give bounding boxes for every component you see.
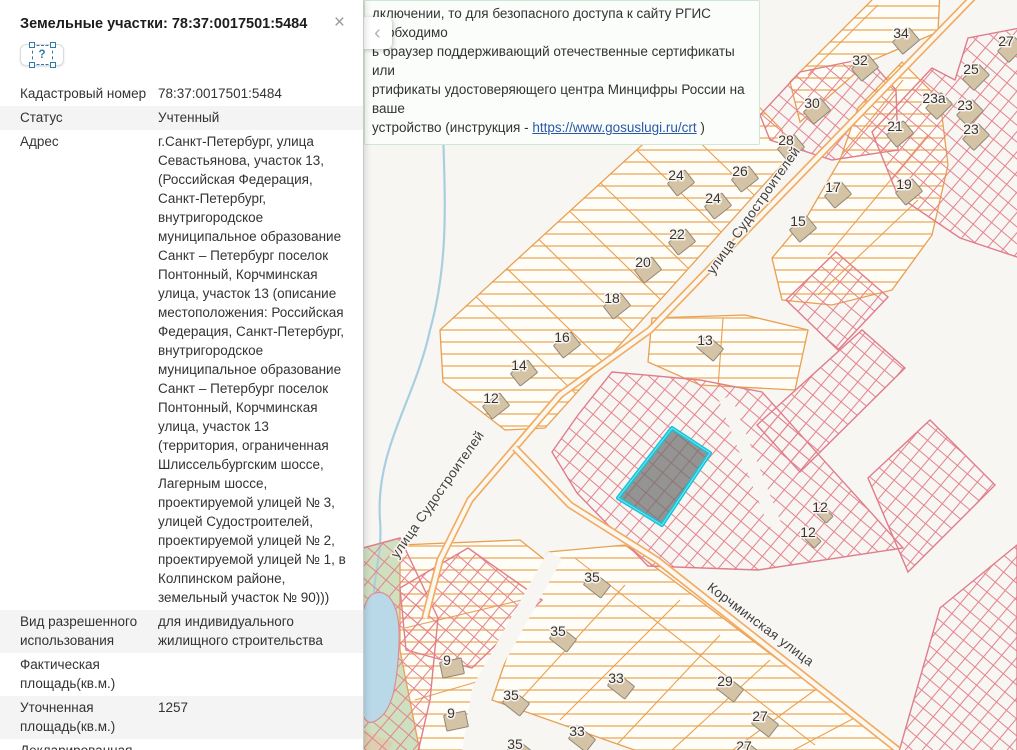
security-notification: дключении, то для безопасного доступа к … [364, 0, 760, 145]
parcel-number: 24 [668, 167, 684, 183]
parcel-number: 17 [825, 179, 841, 195]
parcel-number: 35 [503, 687, 519, 703]
parcel-number: 20 [635, 254, 651, 270]
parcel-number: 9 [447, 705, 455, 721]
row-label: Адрес [20, 134, 59, 149]
row-value: г.Санкт-Петербург, улица Севастьянова, у… [158, 134, 346, 605]
parcel-number: 25 [963, 61, 979, 77]
parcel-number: 15 [790, 213, 806, 229]
parcel-number: 16 [554, 329, 570, 345]
gosuslugi-link[interactable]: https://www.gosuslugi.ru/crt [532, 120, 696, 135]
parcel-number: 21 [887, 118, 903, 134]
table-row: Адрес г.Санкт-Петербург, улица Севастьяно… [0, 130, 363, 610]
parcel-number: 34 [893, 25, 909, 41]
table-row: Фактическая площадь(кв.м.) [0, 653, 363, 696]
row-value [158, 655, 363, 693]
parcel-number: 13 [697, 332, 713, 348]
row-value: 1257 [158, 700, 189, 715]
parcel-number: 23а [922, 90, 946, 106]
row-label: Статус [20, 110, 63, 125]
parcel-number: 24 [705, 190, 721, 206]
table-row: Вид разрешенного использования для индиви… [0, 610, 363, 653]
table-row: Статус Учтенный [0, 106, 363, 130]
table-row: Декларированная площадь(кв.м.) [0, 739, 363, 750]
parcel-number: 14 [511, 357, 527, 373]
close-icon[interactable]: × [330, 13, 349, 32]
parcel-number: 18 [604, 290, 620, 306]
chevron-left-icon: ‹ [374, 21, 381, 44]
parcel-number: 9 [443, 652, 451, 668]
parcel-info-panel: Земельные участки: 78:37:0017501:5484 × … [0, 0, 364, 750]
table-row: Кадастровый номер 78:37:0017501:5484 [0, 82, 363, 106]
parcel-number: 35 [507, 736, 523, 750]
parcel-number: 22 [669, 226, 685, 242]
select-area-question-icon: ? [28, 42, 56, 68]
row-label: Декларированная площадь(кв.м.) [0, 741, 158, 750]
parcel-number: 23 [963, 121, 979, 137]
notification-line: ь браузер поддерживающий отечественные с… [372, 44, 735, 78]
parcel-number: 12 [800, 524, 816, 540]
parcel-number: 33 [608, 670, 624, 686]
identify-parcel-button[interactable]: ? [20, 42, 64, 68]
row-label: Кадастровый номер [20, 86, 147, 101]
row-label: Вид разрешенного использования [20, 614, 138, 648]
attribute-table: Кадастровый номер 78:37:0017501:5484 Стату… [0, 82, 363, 750]
row-value: для индивидуального жилищного строительс… [158, 614, 323, 648]
parcel-number: 12 [483, 390, 499, 406]
panel-collapse-button[interactable]: ‹ [363, 17, 392, 49]
parcel-number: 33 [569, 723, 585, 739]
panel-header: Земельные участки: 78:37:0017501:5484 × [0, 0, 363, 34]
parcel-number: 35 [584, 569, 600, 585]
parcel-number: 32 [852, 52, 868, 68]
parcel-number: 35 [550, 623, 566, 639]
row-value [158, 741, 363, 750]
row-value: 78:37:0017501:5484 [158, 86, 282, 101]
notification-line: дключении, то для безопасного доступа к … [372, 6, 711, 40]
parcel-number: 26 [732, 163, 748, 179]
row-value: Учтенный [158, 110, 220, 125]
table-row: Уточненная площадь(кв.м.) 1257 [0, 696, 363, 739]
parcel-number: 27 [736, 738, 752, 750]
row-label: Фактическая площадь(кв.м.) [20, 657, 116, 691]
parcel-number: 19 [896, 176, 912, 192]
parcel-number: 27 [998, 33, 1014, 49]
parcel-number: 27 [752, 708, 768, 724]
parcel-number: 29 [717, 673, 733, 689]
panel-title: Земельные участки: 78:37:0017501:5484 [20, 16, 308, 32]
parcel-number: 23 [957, 97, 973, 113]
parcel-number: 12 [812, 499, 828, 515]
parcel-number: 30 [804, 95, 820, 111]
row-label: Уточненная площадь(кв.м.) [20, 700, 116, 734]
notification-line: ртификаты удостоверяющего центра Минцифр… [372, 82, 745, 116]
notification-line: устройство (инструкция - https://www.gos… [372, 120, 705, 135]
